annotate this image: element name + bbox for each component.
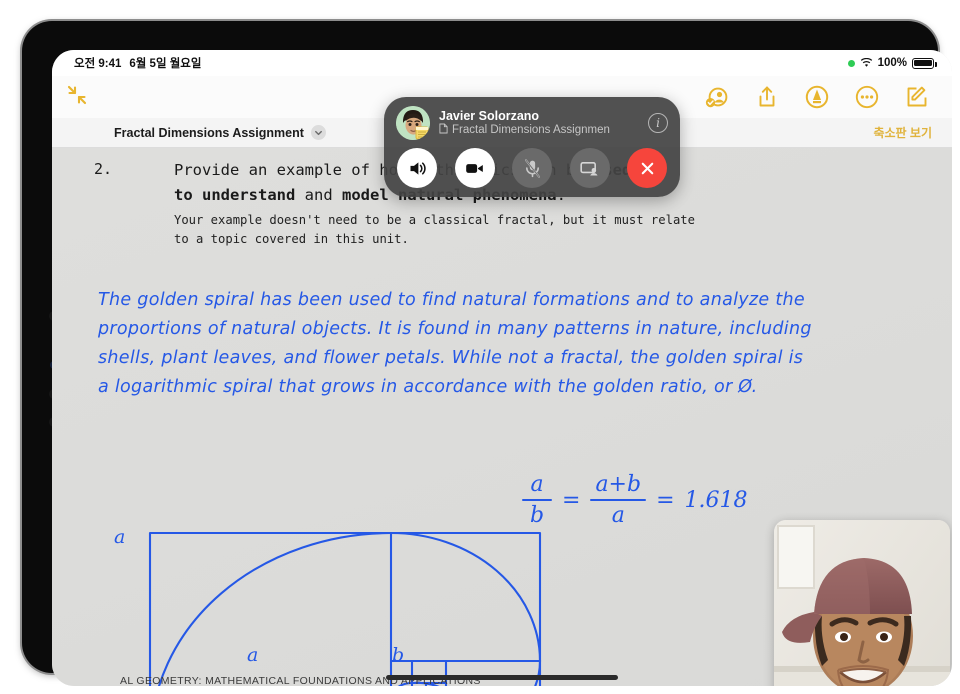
home-indicator [386,675,618,680]
status-time: 오전 9:41 [74,58,122,70]
facetime-call-pill[interactable]: Javier Solorzano Fractal Dimensions Assi… [384,97,680,197]
facetime-meta: Javier Solorzano Fractal Dimensions Assi… [439,109,639,137]
microphone-muted-icon [524,158,540,178]
shared-document-name: Fractal Dimensions Assignmen [452,124,610,136]
facetime-header: Javier Solorzano Fractal Dimensions Assi… [384,97,680,140]
status-bar: 오전 9:41 6월 5일 월요일 100% [52,50,952,76]
document-title-button[interactable]: Fractal Dimensions Assignment [114,125,326,140]
compose-icon[interactable] [904,84,930,110]
question-line2-bold-a: to understand [174,186,296,204]
document-icon [439,123,448,137]
handwriting-line-4: a logarithmic spiral that grows in accor… [98,377,758,397]
diagram-label-a-left: a [114,526,126,548]
battery-icon [912,57,937,69]
frac2-numerator: a+b [595,472,642,497]
diagram-label-b-bottom: b [392,644,405,666]
view-thumbnails-button[interactable]: 축소판 보기 [873,124,952,141]
collaborate-icon[interactable] [704,84,730,110]
handwriting-line-1: The golden spiral has been used to find … [98,290,805,310]
memoji-avatar [396,106,430,140]
subtext-line-2: to a topic covered in this unit. [174,232,409,246]
golden-spiral-diagram [148,531,542,686]
share-screen-icon [580,161,598,175]
question-number: 2. [94,160,113,178]
participant-name: Javier Solorzano [439,109,540,123]
screen: 오전 9:41 6월 5일 월요일 100% Fractal Dimension… [52,50,952,686]
speaker-button[interactable] [397,148,437,188]
battery-percent: 100% [877,57,907,69]
equation-result: 1.618 [684,487,748,513]
golden-ratio-equation: a b = a+b a = 1.618 [522,473,748,528]
mute-button[interactable] [512,148,552,188]
self-video-preview[interactable] [774,520,950,686]
end-call-button[interactable] [627,148,667,188]
handwriting-line-2: proportions of natural objects. It is fo… [98,319,812,339]
question-line2-mid: and [295,186,342,204]
equals-sign-2: = [656,487,675,513]
video-button[interactable] [454,148,495,188]
frac2-denominator: a [611,503,625,529]
close-x-icon [641,162,653,174]
shared-document-row: Fractal Dimensions Assignmen [439,123,639,137]
fraction-apb-over-a: a+b a [590,472,647,529]
info-icon[interactable]: i [648,113,668,133]
ipad-device: 오전 9:41 6월 5일 월요일 100% Fractal Dimension… [0,0,960,694]
more-ellipsis-icon[interactable] [854,84,880,110]
speaker-icon [410,161,426,175]
markup-pen-icon[interactable] [804,84,830,110]
page-title: Fractal Dimensions Assignment [114,125,304,140]
share-screen-button[interactable] [569,148,610,188]
fraction-a-over-b: a b [522,473,552,528]
handwritten-answer: The golden spiral has been used to find … [98,286,898,402]
handwriting-line-3: shells, plant leaves, and flower petals.… [98,348,804,368]
video-camera-icon [466,163,483,173]
device-bezel: 오전 9:41 6월 5일 월요일 100% Fractal Dimension… [22,21,952,686]
recording-indicator-icon [847,59,855,67]
diagram-label-a-bottom: a [247,644,259,666]
chevron-down-icon[interactable] [310,125,326,140]
frac1-bar [522,499,552,502]
frac2-bar [590,499,647,502]
equals-sign-1: = [562,487,581,513]
subtext-line-1: Your example doesn't need to be a classi… [174,213,695,227]
status-date: 6월 5일 월요일 [129,58,202,70]
frac1-numerator: a [530,472,544,497]
wifi-icon [860,57,873,68]
share-icon[interactable] [754,84,780,110]
facetime-controls [384,140,680,188]
question-subtext: Your example doesn't need to be a classi… [174,211,834,249]
collapse-arrows-icon[interactable] [64,82,94,112]
document-canvas[interactable]: 2. Provide an example of how mathematics… [52,148,952,686]
frac1-denominator: b [529,503,545,529]
